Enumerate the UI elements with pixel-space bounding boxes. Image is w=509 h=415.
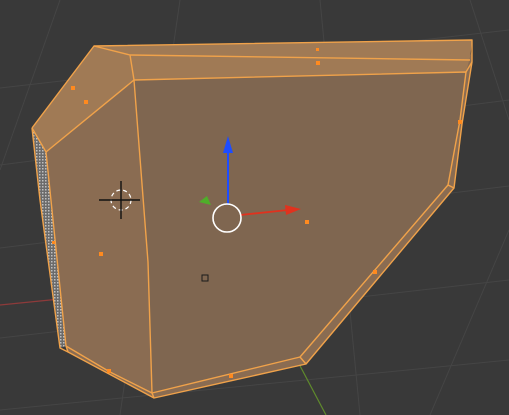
y-axis-line	[297, 361, 327, 415]
scene-canvas[interactable]	[0, 0, 509, 415]
vertex[interactable]	[107, 369, 111, 373]
vertex[interactable]	[373, 270, 377, 274]
vertex[interactable]	[316, 48, 319, 51]
vertex[interactable]	[52, 241, 55, 244]
vertex[interactable]	[99, 252, 103, 256]
vertex[interactable]	[458, 120, 462, 124]
vertex[interactable]	[71, 86, 75, 90]
vertex[interactable]	[229, 374, 233, 378]
3d-viewport[interactable]	[0, 0, 509, 415]
vertex[interactable]	[305, 220, 309, 224]
vertex[interactable]	[84, 100, 88, 104]
vertex[interactable]	[316, 61, 320, 65]
